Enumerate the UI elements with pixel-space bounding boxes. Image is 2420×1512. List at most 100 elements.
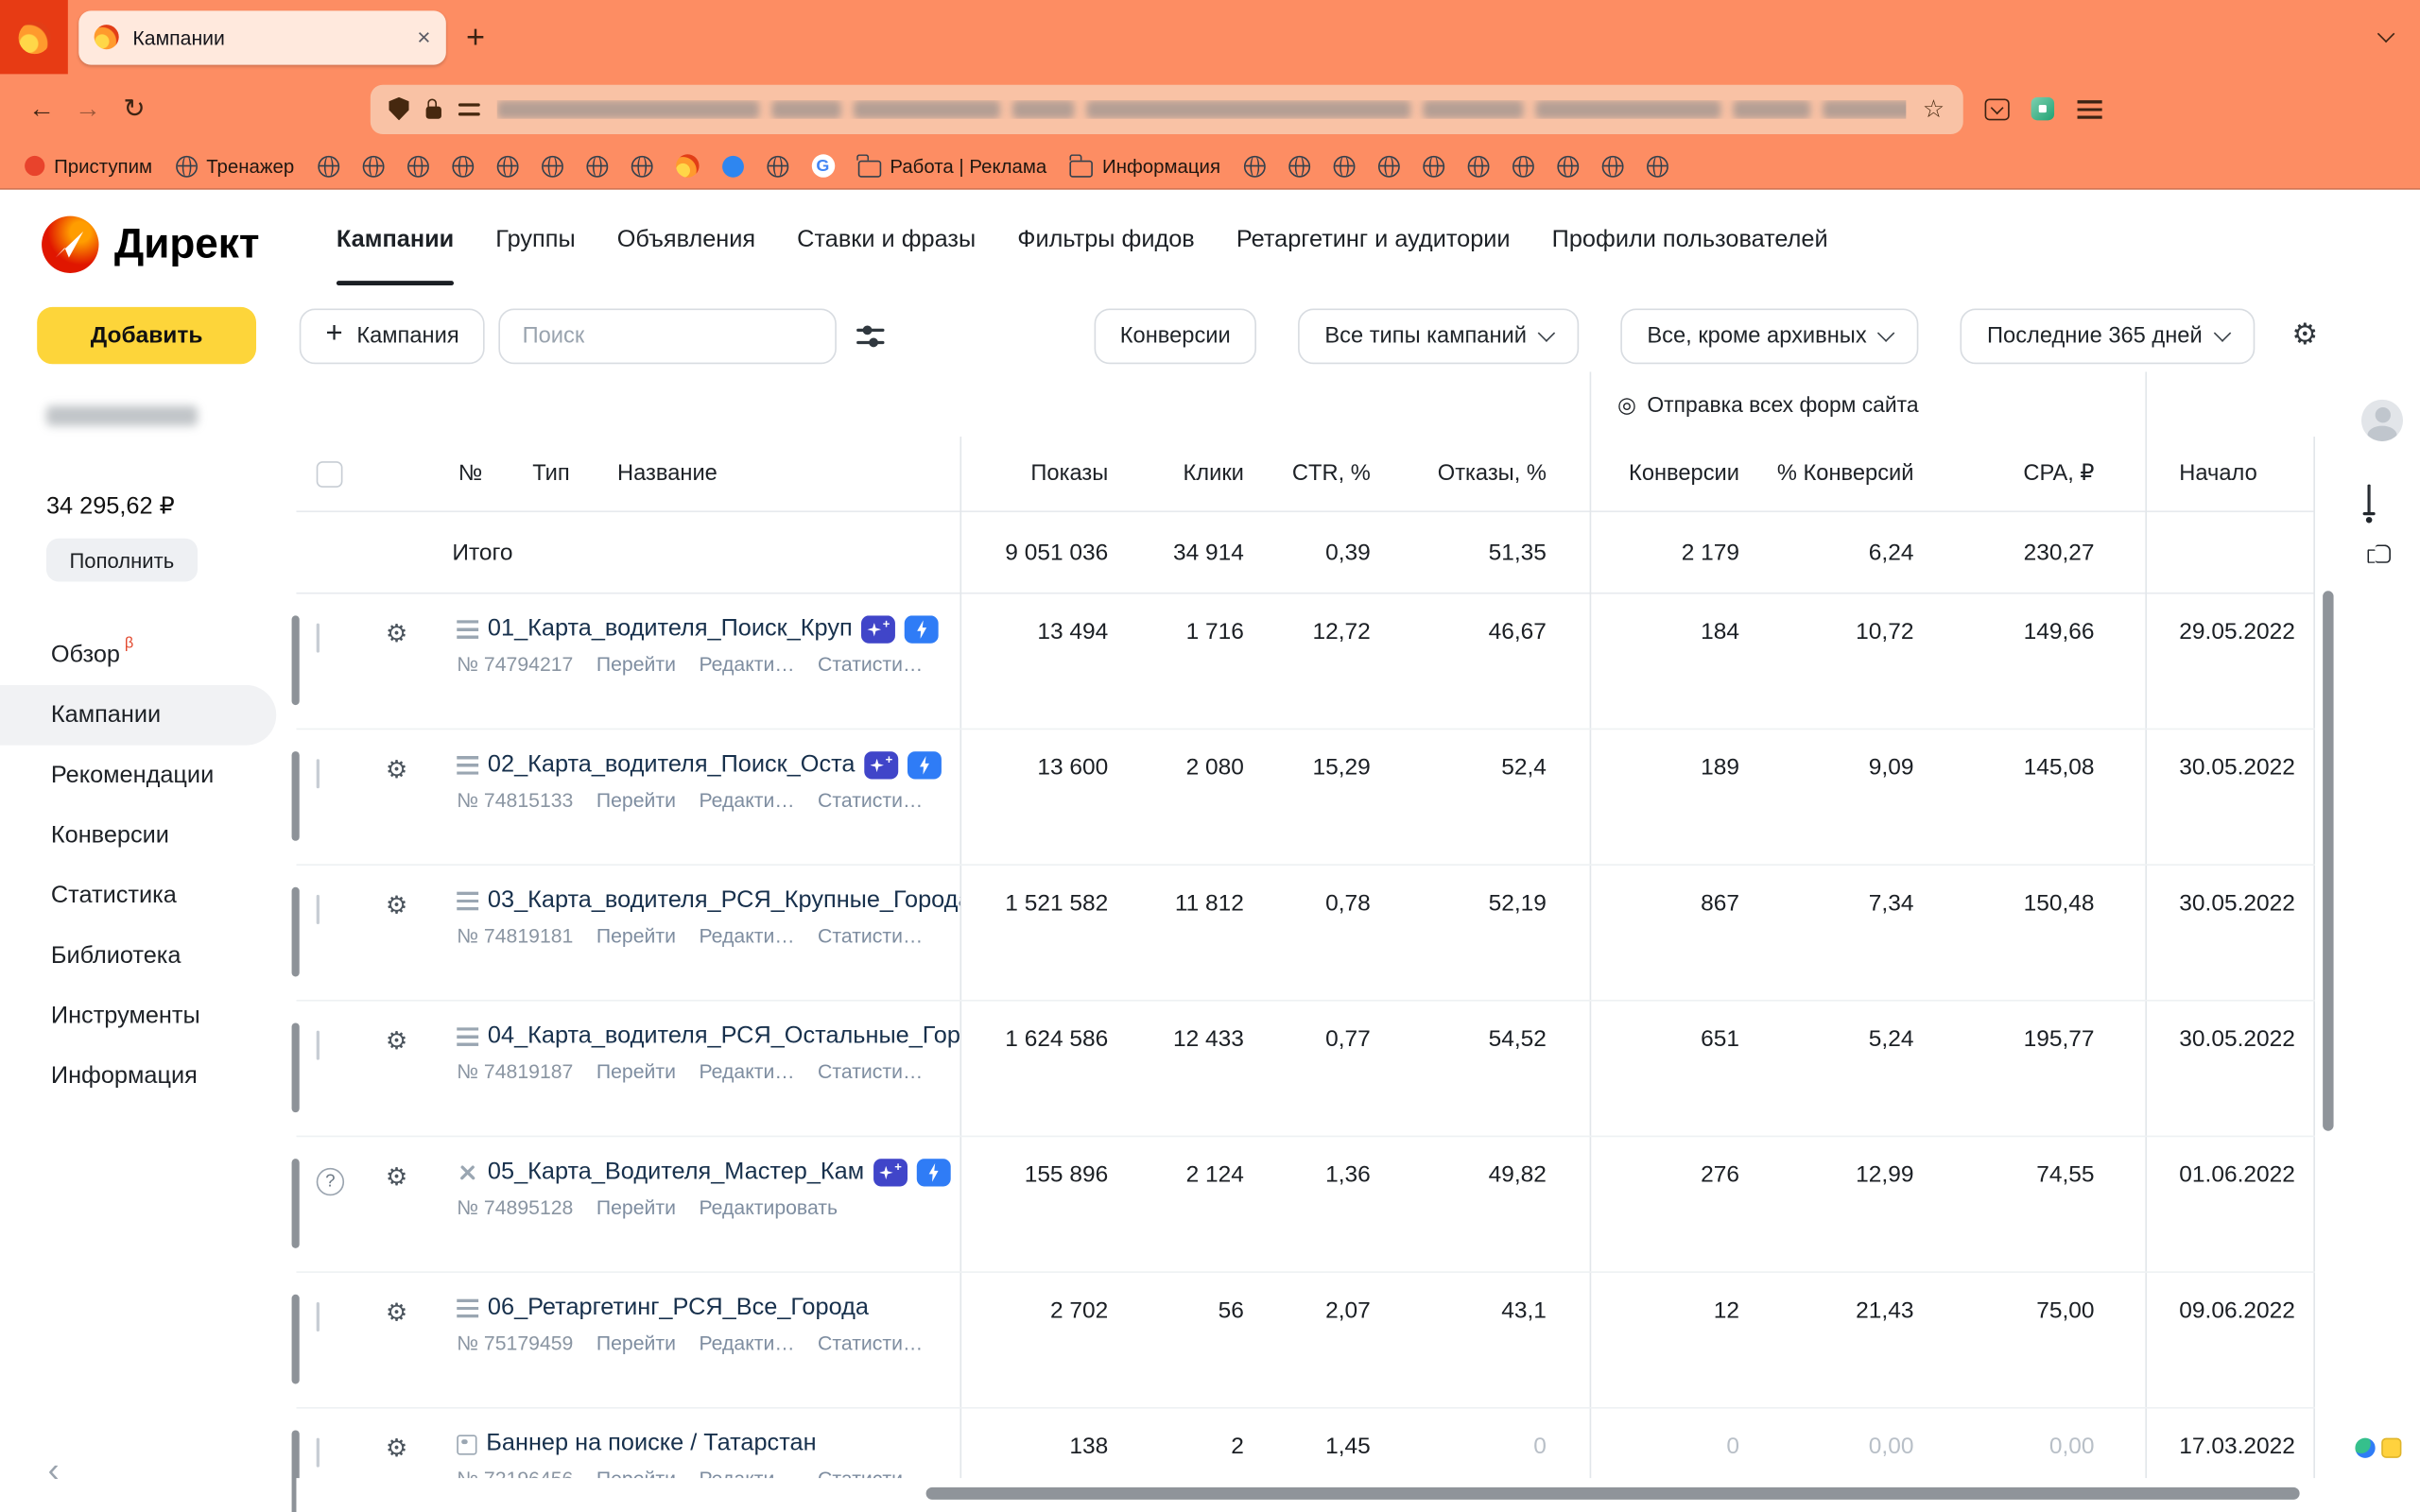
tab-retargeting[interactable]: Ретаргетинг и аудитории: [1236, 190, 1511, 285]
campaign-name[interactable]: 02_Карта_водителя_Поиск_Оста: [488, 751, 856, 779]
add-button[interactable]: Добавить: [37, 306, 257, 365]
campaign-action-link[interactable]: Статисти…: [818, 924, 923, 947]
permissions-icon[interactable]: [458, 102, 480, 115]
search-input[interactable]: [499, 307, 838, 364]
campaign-action-link[interactable]: Редакти…: [699, 924, 794, 947]
campaign-action-link[interactable]: Редакти…: [699, 788, 794, 811]
new-campaign-button[interactable]: + Кампания: [299, 307, 486, 364]
row-drag-handle[interactable]: [291, 1022, 300, 1113]
campaign-name[interactable]: 05_Карта_Водителя_Мастер_Кам: [488, 1159, 864, 1186]
sidebar-item-conversions[interactable]: Конверсии: [0, 805, 276, 866]
col-cpa[interactable]: CPA, ₽: [1935, 437, 2145, 510]
col-name[interactable]: Название: [617, 461, 717, 486]
col-conversions[interactable]: Конверсии: [1590, 437, 1761, 510]
overlay-icon[interactable]: [2355, 1437, 2376, 1458]
goal-header[interactable]: ◎ Отправка всех форм сайта: [1617, 371, 1919, 437]
bookmark-item[interactable]: [491, 152, 525, 180]
campaign-action-link[interactable]: Редакти…: [699, 653, 794, 676]
bookmark-item[interactable]: [1372, 152, 1406, 180]
bookmark-item[interactable]: [1461, 152, 1495, 180]
row-checkbox[interactable]: [316, 1301, 320, 1332]
bookmark-item[interactable]: Работа | Реклама: [852, 152, 1053, 180]
bookmark-item[interactable]: [535, 152, 569, 180]
bookmark-item[interactable]: Тренажер: [169, 152, 301, 180]
bookmark-item[interactable]: [1506, 152, 1540, 180]
col-impressions[interactable]: Показы: [960, 437, 1131, 510]
col-start[interactable]: Начало: [2145, 437, 2315, 510]
campaign-action-link[interactable]: Статисти…: [818, 788, 923, 811]
bookmark-item[interactable]: [1416, 152, 1450, 180]
tab-close-icon[interactable]: ×: [417, 26, 430, 48]
back-button[interactable]: ←: [19, 94, 65, 125]
user-avatar[interactable]: [2360, 399, 2404, 441]
bookmark-item[interactable]: [401, 152, 435, 180]
settings-gear-icon[interactable]: ⚙: [386, 893, 407, 919]
row-checkbox[interactable]: [316, 623, 320, 653]
forward-button[interactable]: →: [65, 94, 112, 125]
sidebar-item-statistics[interactable]: Статистика: [0, 866, 276, 926]
sidebar-item-overview[interactable]: Обзор β: [0, 625, 276, 685]
campaign-action-link[interactable]: Перейти: [596, 1060, 676, 1083]
bookmark-item[interactable]: [760, 152, 794, 180]
campaign-action-link[interactable]: Перейти: [596, 924, 676, 947]
row-checkbox[interactable]: [316, 759, 320, 789]
menu-button[interactable]: [2077, 99, 2102, 118]
horizontal-scrollbar-track[interactable]: [296, 1478, 2359, 1512]
row-checkbox[interactable]: [316, 894, 320, 924]
bookmark-item[interactable]: Информация: [1063, 152, 1226, 180]
row-drag-handle[interactable]: [291, 886, 300, 977]
bookmark-star-icon[interactable]: ☆: [1923, 94, 1945, 125]
bookmark-item[interactable]: [1237, 152, 1271, 180]
bookmark-item[interactable]: [1596, 152, 1630, 180]
settings-gear-icon[interactable]: ⚙: [386, 1029, 407, 1056]
tab-user-profiles[interactable]: Профили пользователей: [1552, 190, 1828, 285]
tab-feed-filters[interactable]: Фильтры фидов: [1017, 190, 1194, 285]
bookmark-item[interactable]: [579, 152, 614, 180]
row-drag-handle[interactable]: [291, 751, 300, 841]
bookmark-item[interactable]: [311, 152, 345, 180]
notifications-button[interactable]: [2367, 484, 2371, 513]
campaign-name[interactable]: Баннер на поиске / Татарстан: [486, 1430, 816, 1457]
campaign-action-link[interactable]: Редакти…: [699, 1060, 794, 1083]
yandex-direct-logo[interactable]: Директ: [42, 215, 259, 273]
sidebar-item-library[interactable]: Библиотека: [0, 926, 276, 987]
campaign-action-link[interactable]: Редактировать: [699, 1195, 838, 1218]
sidebar-item-information[interactable]: Информация: [0, 1046, 276, 1107]
horizontal-scrollbar-thumb[interactable]: [925, 1486, 2300, 1500]
campaign-action-link[interactable]: Статисти…: [818, 1332, 923, 1354]
conversions-button[interactable]: Конверсии: [1094, 307, 1257, 364]
campaign-action-link[interactable]: Статисти…: [818, 1060, 923, 1083]
campaign-action-link[interactable]: Редакти…: [699, 1332, 794, 1354]
bookmark-item[interactable]: [356, 152, 390, 180]
help-icon[interactable]: ?: [316, 1167, 345, 1196]
row-checkbox[interactable]: [316, 1030, 320, 1060]
settings-gear-icon[interactable]: ⚙: [386, 758, 407, 784]
settings-gear-icon[interactable]: ⚙: [386, 1436, 407, 1463]
bookmark-item[interactable]: [1640, 152, 1674, 180]
bookmark-item[interactable]: G: [805, 151, 841, 180]
campaign-action-link[interactable]: Перейти: [596, 1332, 676, 1354]
col-type[interactable]: Тип: [532, 461, 569, 486]
campaign-action-link[interactable]: Перейти: [596, 788, 676, 811]
collapse-sidebar-button[interactable]: ‹: [48, 1452, 60, 1487]
tab-bids-phrases[interactable]: Ставки и фразы: [797, 190, 976, 285]
overlay-icon[interactable]: [2381, 1437, 2402, 1458]
firefox-menu-button[interactable]: [0, 0, 68, 75]
topup-button[interactable]: Пополнить: [45, 538, 198, 582]
col-num[interactable]: №: [458, 461, 482, 486]
row-drag-handle[interactable]: [291, 615, 300, 706]
campaign-action-link[interactable]: Статисти…: [818, 653, 923, 676]
settings-gear-icon[interactable]: ⚙: [386, 1300, 407, 1327]
bookmark-item[interactable]: [716, 152, 750, 180]
campaign-action-link[interactable]: Перейти: [596, 1195, 676, 1218]
row-drag-handle[interactable]: [291, 1294, 300, 1384]
shield-icon[interactable]: [389, 96, 409, 121]
extension-icon[interactable]: [2031, 96, 2055, 121]
tab-ads[interactable]: Объявления: [617, 190, 755, 285]
archive-filter[interactable]: Все, кроме архивных: [1620, 307, 1920, 364]
sidebar-item-campaigns[interactable]: Кампании: [0, 684, 277, 746]
bookmark-item[interactable]: [445, 152, 479, 180]
campaign-name[interactable]: 01_Карта_водителя_Поиск_Круп: [488, 615, 853, 643]
tab-campaigns[interactable]: Кампании: [336, 190, 455, 286]
date-range-filter[interactable]: Последние 365 дней: [1961, 307, 2256, 364]
